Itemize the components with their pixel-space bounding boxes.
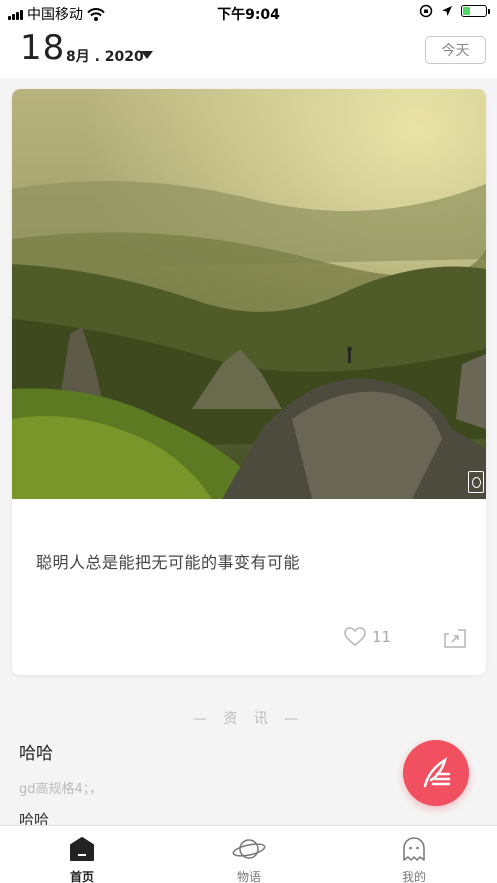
live-photo-icon[interactable] <box>468 471 484 493</box>
bottom-tab-bar: 首页 物语 我的 <box>0 825 497 883</box>
home-icon <box>70 837 94 861</box>
date-month-year[interactable]: 8月 . 2020 <box>66 46 144 66</box>
battery-icon <box>461 5 490 17</box>
compose-fab-button[interactable] <box>403 740 469 806</box>
status-bar: 中国移动 下午9:04 <box>0 0 497 26</box>
tab-home[interactable]: 首页 <box>22 826 142 883</box>
location-icon <box>442 6 452 16</box>
tab-home-label: 首页 <box>69 870 94 883</box>
news-item-desc[interactable]: gd高规格4；， <box>19 778 102 797</box>
landscape-photo[interactable] <box>12 89 486 499</box>
heart-icon <box>344 627 366 646</box>
like-count: 11 <box>372 628 392 646</box>
caret-down-icon[interactable] <box>141 51 153 59</box>
daily-quote: 聪明人总是能把无可能的事变有可能 <box>36 553 301 572</box>
date-day: 18 <box>20 28 66 68</box>
orientation-lock-icon <box>419 4 433 18</box>
like-button[interactable]: 11 <box>344 627 391 647</box>
today-button[interactable]: 今天 <box>425 36 486 64</box>
quill-icon <box>423 757 451 788</box>
news-item-title[interactable]: 哈哈 <box>19 739 53 764</box>
daily-card[interactable]: 聪明人总是能把无可能的事变有可能 11 <box>12 89 486 675</box>
tab-stories-label: 物语 <box>236 870 261 883</box>
news-section-divider: — 资 讯 — <box>192 711 305 727</box>
date-header: 18 8月 . 2020 今天 <box>0 26 497 78</box>
status-right <box>419 4 490 18</box>
tab-profile-label: 我的 <box>401 870 426 883</box>
planet-icon <box>232 839 266 859</box>
tab-stories[interactable]: 物语 <box>189 826 309 883</box>
news-item-title-next[interactable]: 哈哈 <box>19 809 49 825</box>
feed-scroll-area[interactable]: 聪明人总是能把无可能的事变有可能 11 — 资 讯 — 哈哈 gd高规格4；， … <box>0 78 497 825</box>
tab-profile[interactable]: 我的 <box>354 826 474 883</box>
share-icon[interactable] <box>444 628 466 648</box>
ghost-profile-icon <box>403 837 425 861</box>
